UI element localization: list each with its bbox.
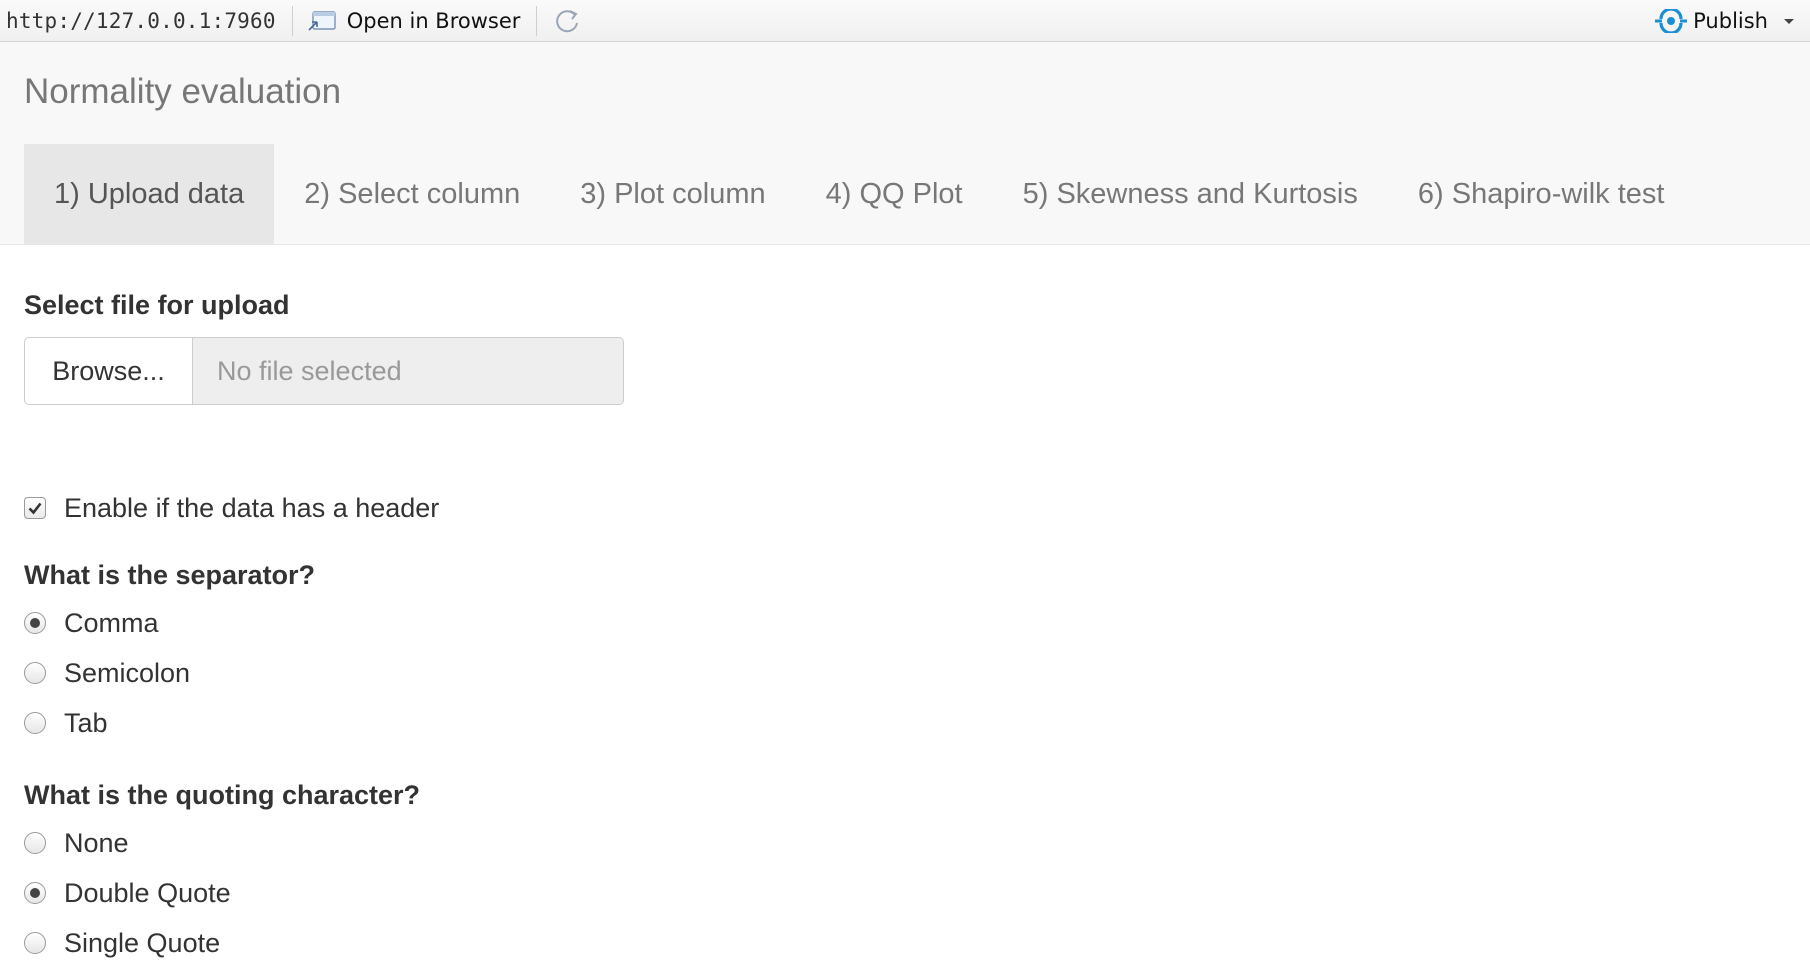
open-in-browser-icon: [308, 10, 336, 31]
tab-upload-data[interactable]: 1) Upload data: [24, 144, 275, 244]
open-in-browser-button[interactable]: Open in Browser: [307, 8, 521, 33]
tab-skewness-kurtosis[interactable]: 5) Skewness and Kurtosis: [993, 144, 1388, 244]
radio-selected-dot: [30, 888, 40, 898]
browse-button[interactable]: Browse...: [24, 337, 193, 405]
publish-button[interactable]: Publish: [1655, 0, 1796, 42]
url-display: http://127.0.0.1:7960: [6, 8, 276, 33]
file-upload-label: Select file for upload: [24, 290, 290, 320]
refresh-icon[interactable]: [553, 6, 583, 36]
radio-label: Comma: [64, 607, 159, 638]
radio-button[interactable]: [24, 712, 46, 734]
radio-button[interactable]: [24, 612, 46, 634]
viewer-toolbar: http://127.0.0.1:7960 Open in Browser Pu…: [0, 0, 1810, 42]
separator-option-comma[interactable]: Comma: [24, 605, 159, 641]
tab-qq-plot[interactable]: 4) QQ Plot: [796, 144, 993, 244]
radio-label: None: [64, 827, 129, 858]
separator-label: What is the separator?: [24, 560, 316, 590]
header-checkbox-label: Enable if the data has a header: [64, 492, 440, 523]
toolbar-divider: [291, 5, 293, 36]
separator-option-tab[interactable]: Tab: [24, 705, 108, 741]
radio-label: Single Quote: [64, 927, 221, 958]
file-input-group: Browse... No file selected: [24, 337, 624, 405]
radio-button[interactable]: [24, 932, 46, 954]
radio-button[interactable]: [24, 832, 46, 854]
page-title: Normality evaluation: [24, 72, 342, 111]
quote-label: What is the quoting character?: [24, 780, 421, 810]
quote-option-single[interactable]: Single Quote: [24, 925, 220, 961]
radio-selected-dot: [30, 618, 40, 628]
tab-plot-column[interactable]: 3) Plot column: [550, 144, 795, 244]
chevron-down-icon[interactable]: [1782, 16, 1796, 26]
publish-icon: [1655, 9, 1688, 33]
tab-bar: 1) Upload data 2) Select column 3) Plot …: [24, 144, 1694, 244]
publish-label: Publish: [1693, 9, 1768, 33]
tab-select-column[interactable]: 2) Select column: [274, 144, 550, 244]
header-checkbox-row[interactable]: Enable if the data has a header: [24, 490, 439, 526]
quote-option-double[interactable]: Double Quote: [24, 875, 231, 911]
header-checkbox[interactable]: [24, 497, 46, 519]
file-name-display: No file selected: [193, 337, 624, 405]
radio-button[interactable]: [24, 662, 46, 684]
quote-option-none[interactable]: None: [24, 825, 129, 861]
tab-shapiro-wilk[interactable]: 6) Shapiro-wilk test: [1388, 144, 1695, 244]
separator-option-semicolon[interactable]: Semicolon: [24, 655, 190, 691]
checkmark-icon: [28, 502, 42, 515]
radio-label: Semicolon: [64, 657, 191, 688]
open-in-browser-label: Open in Browser: [346, 8, 521, 33]
radio-button[interactable]: [24, 882, 46, 904]
radio-label: Tab: [64, 707, 108, 738]
navbar: Normality evaluation 1) Upload data 2) S…: [0, 42, 1810, 245]
toolbar-divider: [536, 5, 538, 36]
radio-label: Double Quote: [64, 877, 231, 908]
